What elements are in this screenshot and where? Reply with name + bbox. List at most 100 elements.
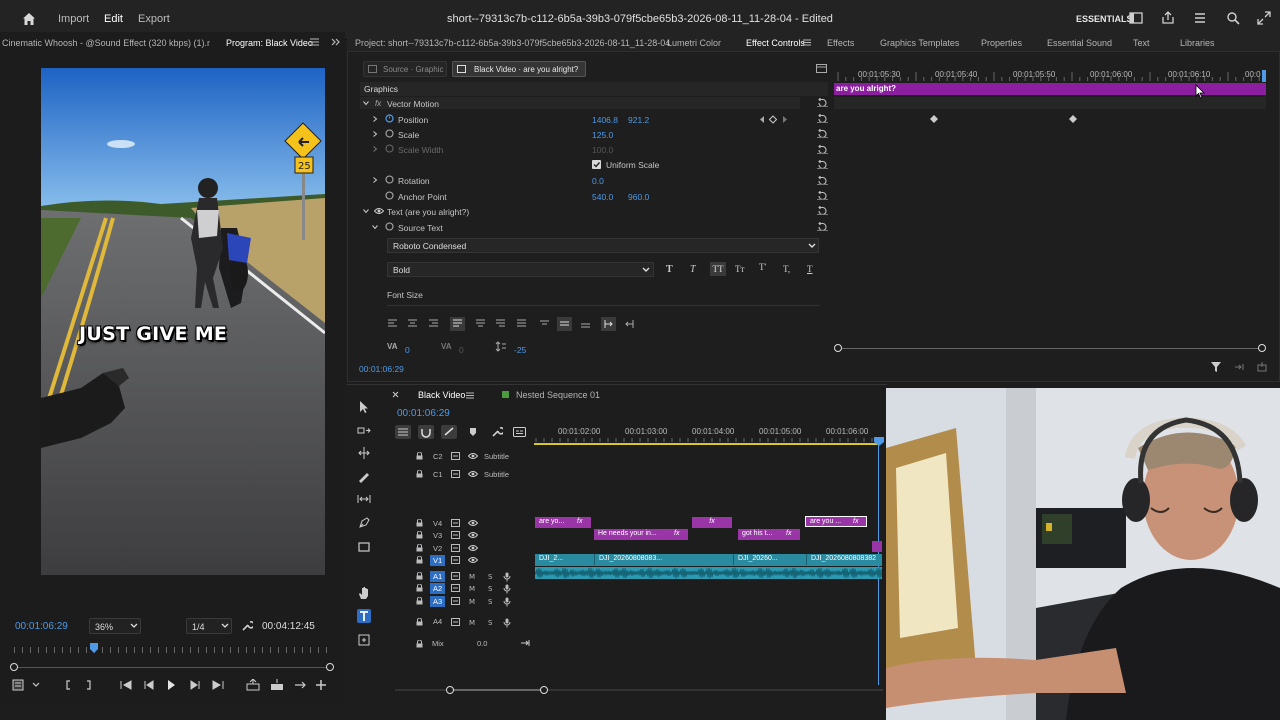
subscript-icon[interactable]: T,	[783, 264, 790, 274]
expand-panels-icon[interactable]	[331, 38, 340, 46]
tab-edit[interactable]: Edit	[104, 13, 123, 25]
tab-essential-sound[interactable]: Essential Sound	[1047, 38, 1112, 48]
track-id-a2[interactable]: A2	[430, 583, 446, 594]
program-video-frame[interactable]: 25 JUST GIVE ME	[41, 68, 325, 575]
fullscreen-icon[interactable]	[1257, 11, 1273, 27]
type-tool-icon[interactable]	[357, 609, 371, 623]
leading-value[interactable]: -25	[514, 345, 526, 355]
sync-lock-icon[interactable]	[451, 618, 460, 626]
tab-lumetri-color[interactable]: Lumetri Color	[667, 38, 721, 48]
lock-icon[interactable]	[416, 618, 423, 626]
microphone-icon[interactable]	[503, 618, 511, 628]
clip-v2[interactable]	[872, 541, 882, 552]
home-icon[interactable]	[22, 12, 38, 28]
ripple-edit-tool-icon[interactable]	[357, 446, 371, 460]
tab-effect-controls[interactable]: Effect Controls	[746, 38, 805, 48]
anchor-x-value[interactable]: 540.0	[592, 192, 613, 202]
chevron-right-icon[interactable]	[372, 146, 378, 152]
keyframe-diamond[interactable]	[930, 115, 938, 123]
track-id-v1[interactable]: V1	[430, 555, 446, 566]
reset-parameter-icon[interactable]	[817, 160, 828, 169]
sync-lock-icon[interactable]	[451, 519, 460, 527]
hand-tool-icon[interactable]	[357, 586, 371, 600]
solo-icon[interactable]: S	[487, 572, 495, 580]
lock-icon[interactable]	[416, 519, 423, 527]
play-icon[interactable]	[166, 680, 176, 690]
chevron-right-icon[interactable]	[372, 116, 378, 122]
step-back-icon[interactable]	[144, 680, 154, 690]
align-center-icon[interactable]	[407, 319, 418, 329]
track-select-tool-icon[interactable]	[357, 423, 371, 437]
effect-controls-timecode[interactable]: 00:01:06:29	[359, 364, 404, 374]
tab-import[interactable]: Import	[58, 13, 89, 25]
source-audio-tab[interactable]: Cinematic Whoosh - @Sound Effect (320 kb…	[2, 38, 210, 48]
stopwatch-icon[interactable]	[385, 175, 394, 184]
search-icon[interactable]	[1226, 11, 1242, 27]
timeline-scrollbar-thumb[interactable]	[450, 689, 545, 691]
justify-left-icon[interactable]	[450, 317, 465, 331]
zoom-bar-handle-left[interactable]	[10, 663, 18, 671]
captions-icon[interactable]	[513, 427, 526, 437]
panel-menu-icon[interactable]	[310, 38, 319, 46]
reset-parameter-icon[interactable]	[817, 129, 828, 138]
program-ruler[interactable]	[14, 647, 332, 653]
chevron-right-icon[interactable]	[372, 177, 378, 183]
align-left-icon[interactable]	[387, 319, 398, 329]
slip-tool-icon[interactable]	[357, 492, 371, 506]
eye-icon[interactable]	[374, 207, 384, 215]
program-zoom-bar[interactable]	[14, 667, 332, 668]
extract-icon[interactable]	[270, 679, 284, 691]
sync-lock-icon[interactable]	[451, 556, 460, 564]
justify-center-icon[interactable]	[475, 319, 486, 329]
microphone-icon[interactable]	[503, 572, 511, 582]
program-playhead[interactable]	[90, 643, 98, 653]
scroll-handle-left[interactable]	[446, 686, 454, 694]
underline-icon[interactable]: T	[807, 264, 813, 274]
export-frame-icon[interactable]	[294, 679, 306, 691]
close-tab-icon[interactable]	[392, 391, 399, 398]
reset-parameter-icon[interactable]	[817, 206, 828, 215]
justify-right-icon[interactable]	[495, 319, 506, 329]
ec-zoom-bar[interactable]	[838, 348, 1262, 349]
align-right-icon[interactable]	[428, 319, 439, 329]
lift-icon[interactable]	[246, 679, 260, 691]
keyframe-nav-icon[interactable]	[759, 115, 789, 124]
timeline-settings-icon[interactable]	[491, 426, 503, 438]
lock-icon[interactable]	[416, 544, 423, 552]
reset-parameter-icon[interactable]	[817, 98, 828, 107]
rectangle-tool-icon[interactable]	[357, 540, 371, 554]
lock-icon[interactable]	[416, 470, 423, 478]
mute-icon[interactable]: M	[469, 618, 477, 626]
program-monitor-title[interactable]: Program: Black Video	[226, 38, 313, 48]
active-clip-tab[interactable]: Black Video · are you alright?	[452, 61, 586, 77]
workspace-label[interactable]: ESSENTIALS	[1076, 14, 1133, 24]
tab-libraries[interactable]: Libraries	[1180, 38, 1215, 48]
zoom-bar-handle-right[interactable]	[326, 663, 334, 671]
pen-tool-icon[interactable]	[357, 516, 371, 530]
sync-lock-icon[interactable]	[451, 544, 460, 552]
chevron-down-icon[interactable]	[363, 100, 369, 106]
snap-icon[interactable]	[418, 425, 434, 439]
timeline-playhead[interactable]	[874, 437, 884, 446]
solo-icon[interactable]: S	[487, 618, 495, 626]
export-icon[interactable]	[1257, 362, 1267, 372]
clip-v1-dji-d[interactable]: DJI_2026080808382	[806, 554, 882, 565]
scroll-handle-right[interactable]	[540, 686, 548, 694]
auto-reframe-tool-icon[interactable]	[357, 633, 371, 647]
eye-icon[interactable]	[468, 519, 478, 527]
keyframe-diamond[interactable]	[1069, 115, 1077, 123]
lock-icon[interactable]	[416, 640, 423, 648]
text-direction-rtl-icon[interactable]	[624, 319, 635, 329]
microphone-icon[interactable]	[503, 597, 511, 607]
clip-v1-dji-c[interactable]: DJI_20260...	[733, 554, 803, 565]
stopwatch-icon[interactable]	[385, 129, 394, 138]
justify-all-icon[interactable]	[516, 319, 527, 329]
tracking-value[interactable]: 0	[405, 345, 410, 355]
eye-icon[interactable]	[468, 544, 478, 552]
chevron-down-icon[interactable]	[363, 208, 369, 214]
toggle-timeline-view-icon[interactable]	[816, 64, 827, 73]
align-bottom-icon[interactable]	[580, 319, 591, 329]
mute-icon[interactable]: M	[469, 597, 477, 605]
sync-lock-icon[interactable]	[451, 452, 460, 460]
mark-out-icon[interactable]	[86, 680, 92, 690]
